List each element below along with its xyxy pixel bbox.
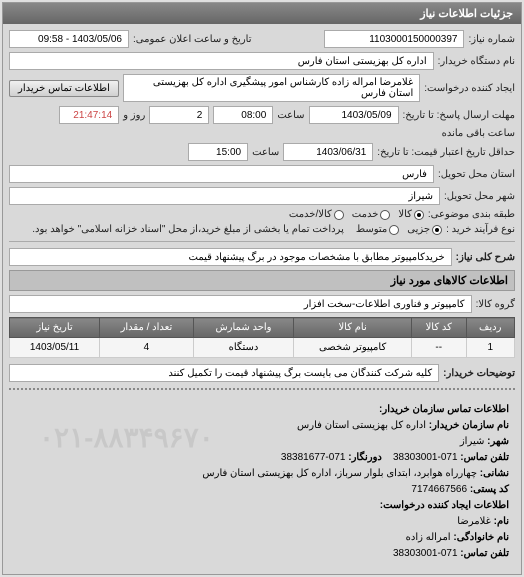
contact-city-label: شهر: xyxy=(487,436,509,447)
subject-field: خریدکامپیوتر مطابق با مشخصات موجود در بر… xyxy=(9,248,452,266)
creator-phone-value: 071-38303001 xyxy=(393,548,458,559)
table-header-row: ردیف کد کالا نام کالا واحد شمارش تعداد /… xyxy=(10,318,515,338)
phone-value: 071-38303001 xyxy=(393,452,458,463)
radio-motevaset[interactable] xyxy=(389,225,399,235)
city-field: شیراز xyxy=(9,187,440,205)
category-radio-group: کالا خدمت کالا/خدمت xyxy=(289,209,424,220)
days-label: روز و xyxy=(123,110,145,121)
deadline-time-field: 08:00 xyxy=(213,106,273,124)
days-field: 2 xyxy=(149,106,209,124)
contact-section: ۰۲۱-۸۸۳۴۹۶۷۰ اطلاعات تماس سازمان خریدار:… xyxy=(9,396,515,568)
panel-title: جزئیات اطلاعات نیاز xyxy=(3,3,521,24)
address-value: چهارراه هوابرد، ابتدای بلوار سرباز، ادار… xyxy=(202,468,477,479)
buyer-label: نام دستگاه خریدار: xyxy=(438,56,515,67)
announce-label: تاریخ و ساعت اعلان عمومی: xyxy=(133,34,252,45)
cell-date: 1403/05/11 xyxy=(10,338,100,358)
category-label: طبقه بندی موضوعی: xyxy=(428,209,515,220)
address-label: نشانی: xyxy=(480,468,509,479)
radio-jozi[interactable] xyxy=(432,225,442,235)
process-radio-group: جزیی متوسط xyxy=(356,224,442,235)
radio-khadamat-label: خدمت xyxy=(352,209,379,220)
th-qty: تعداد / مقدار xyxy=(100,318,194,338)
th-name: نام کالا xyxy=(294,318,412,338)
province-field: فارس xyxy=(9,165,434,183)
postal-value: 7174667566 xyxy=(411,484,467,495)
th-unit: واحد شمارش xyxy=(193,318,293,338)
radio-both-label: کالا/خدمت xyxy=(289,209,332,220)
th-idx: ردیف xyxy=(466,318,515,338)
contact-info-button[interactable]: اطلاعات تماس خریدار xyxy=(9,80,119,97)
th-date: تاریخ نیاز xyxy=(10,318,100,338)
goods-table: ردیف کد کالا نام کالا واحد شمارش تعداد /… xyxy=(9,317,515,358)
contact-title: اطلاعات تماس سازمان خریدار: xyxy=(379,404,509,415)
requester-field: غلامرضا امراله زاده کارشناس امور پیشگیری… xyxy=(123,74,420,102)
contact-city-value: شیراز xyxy=(460,436,485,447)
creator-title: اطلاعات ایجاد کننده درخواست: xyxy=(380,500,509,511)
radio-kala[interactable] xyxy=(414,210,424,220)
main-panel: جزئیات اطلاعات نیاز شماره نیاز: 11030001… xyxy=(2,2,522,575)
org-value: اداره کل بهزیستی استان فارس xyxy=(297,420,426,431)
deadline-time-label: ساعت xyxy=(277,110,304,121)
th-code: کد کالا xyxy=(411,318,466,338)
radio-kala-label: کالا xyxy=(398,209,412,220)
radio-khadamat[interactable] xyxy=(380,210,390,220)
org-label: نام سازمان خریدار: xyxy=(429,420,509,431)
radio-motevaset-label: متوسط xyxy=(356,224,387,235)
panel-body: شماره نیاز: 1103000150000397 تاریخ و ساع… xyxy=(3,24,521,574)
goods-section-title: اطلاعات کالاهای مورد نیاز xyxy=(9,270,515,291)
deadline-label: مهلت ارسال پاسخ: تا تاریخ: xyxy=(403,110,515,121)
radio-both[interactable] xyxy=(334,210,344,220)
cell-code: -- xyxy=(411,338,466,358)
radio-jozi-label: جزیی xyxy=(407,224,430,235)
cell-name: کامپیوتر شخصی xyxy=(294,338,412,358)
name-label: نام: xyxy=(494,516,509,527)
deadline-date-field: 1403/05/09 xyxy=(309,106,399,124)
need-number-label: شماره نیاز: xyxy=(468,34,515,45)
notes-label: توضیحات خریدار: xyxy=(443,368,515,379)
cell-qty: 4 xyxy=(100,338,194,358)
city-label: شهر محل تحویل: xyxy=(444,191,515,202)
validity-date-field: 1403/06/31 xyxy=(283,143,373,161)
remain-time-field: 21:47:14 xyxy=(59,106,119,124)
table-row: 1 -- کامپیوتر شخصی دستگاه 4 1403/05/11 xyxy=(10,338,515,358)
fax-label: دورنگار: xyxy=(348,452,382,463)
subject-label: شرح کلی نیاز: xyxy=(456,252,515,263)
need-number-field: 1103000150000397 xyxy=(324,30,464,48)
validity-time-label: ساعت xyxy=(252,147,279,158)
phone-label: تلفن تماس: xyxy=(460,452,509,463)
group-field: کامپیوتر و فناوری اطلاعات-سخت افزار xyxy=(9,295,472,313)
process-label: نوع فرآیند خرید : xyxy=(446,224,515,235)
cell-unit: دستگاه xyxy=(193,338,293,358)
validity-label: حداقل تاریخ اعتبار قیمت: تا تاریخ: xyxy=(377,147,515,158)
buyer-field: اداره کل بهزیستی استان فارس xyxy=(9,52,434,70)
requester-label: ایجاد کننده درخواست: xyxy=(424,83,515,94)
province-label: استان محل تحویل: xyxy=(438,169,515,180)
notes-field: کلیه شرکت کنندگان می بایست برگ پیشنهاد ق… xyxy=(9,364,439,382)
fax-value: 071-38381677 xyxy=(281,452,346,463)
validity-time-field: 15:00 xyxy=(188,143,248,161)
family-value: امراله زاده xyxy=(406,532,451,543)
announce-field: 1403/05/06 - 09:58 xyxy=(9,30,129,48)
creator-phone-label: تلفن تماس: xyxy=(460,548,509,559)
family-label: نام خانوادگی: xyxy=(453,532,509,543)
group-label: گروه کالا: xyxy=(476,299,515,310)
name-value: غلامرضا xyxy=(457,516,491,527)
remain-label: ساعت باقی مانده xyxy=(442,128,515,139)
postal-label: کد پستی: xyxy=(470,484,509,495)
process-note: پرداخت تمام یا بخشی از مبلغ خرید،از محل … xyxy=(32,224,344,235)
cell-idx: 1 xyxy=(466,338,515,358)
